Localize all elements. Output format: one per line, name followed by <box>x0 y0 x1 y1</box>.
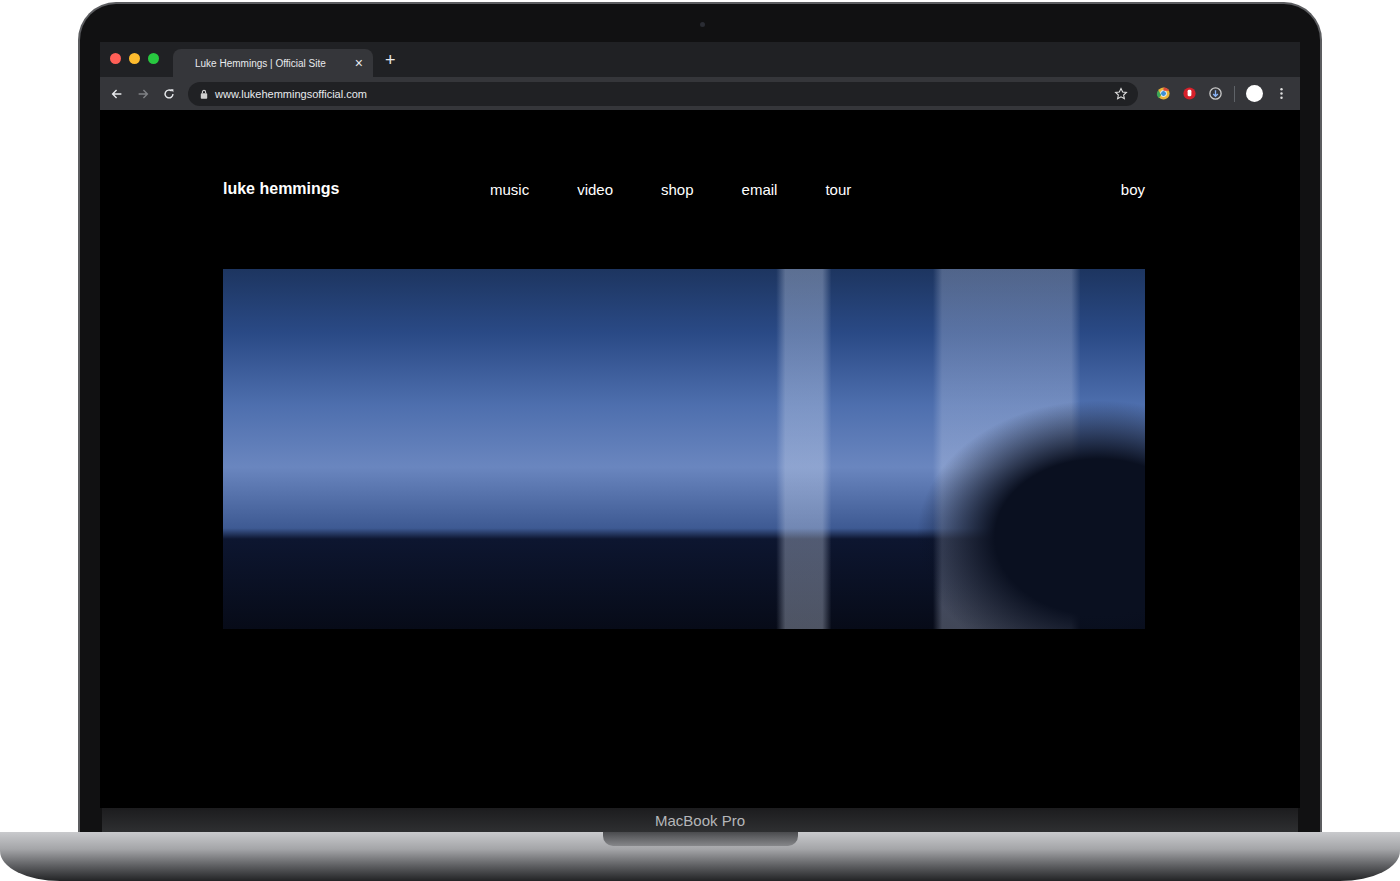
web-page: luke hemmingsmusic video shop email tour boy <box>100 110 1300 808</box>
nav-links: music video shop email tour <box>490 181 851 198</box>
album-link[interactable]: boy <box>1121 181 1145 198</box>
menu-dots-icon[interactable] <box>1274 86 1289 101</box>
browser-window: Luke Hemmings | Official Site×+www.lukeh… <box>100 42 1300 808</box>
laptop-lid: Luke Hemmings | Official Site×+www.lukeh… <box>78 2 1322 832</box>
nav-link[interactable]: tour <box>825 181 851 198</box>
laptop-chin: MacBook Pro <box>102 808 1298 832</box>
toolbar: www.lukehemmingsofficial.com <box>100 77 1300 110</box>
forward-arrow-icon[interactable] <box>136 87 150 101</box>
hand-extension-icon[interactable] <box>1182 86 1197 101</box>
lock-icon <box>200 89 208 99</box>
nav-link[interactable]: video <box>577 181 613 198</box>
site-brand[interactable]: luke hemmings <box>223 180 490 198</box>
url-text: www.lukehemmingsofficial.com <box>215 88 1107 100</box>
back-arrow-icon[interactable] <box>110 87 124 101</box>
tab-close-button[interactable]: × <box>355 55 363 71</box>
profile-avatar-icon[interactable] <box>1246 85 1263 102</box>
laptop-base <box>0 832 1400 881</box>
nav-link[interactable]: email <box>742 181 778 198</box>
window-sill <box>915 399 1145 629</box>
tab-title: Luke Hemmings | Official Site <box>195 58 355 69</box>
reload-icon[interactable] <box>162 87 176 101</box>
chrome-extension-icon[interactable] <box>1156 86 1171 101</box>
close-button[interactable] <box>110 53 121 64</box>
address-bar[interactable]: www.lukehemmingsofficial.com <box>188 82 1138 106</box>
site-nav: luke hemmingsmusic video shop email tour boy <box>223 180 1145 198</box>
laptop-mockup: Luke Hemmings | Official Site×+www.lukeh… <box>0 0 1400 881</box>
extensions <box>1156 85 1289 102</box>
window-controls <box>100 53 171 77</box>
camera-dot <box>700 22 705 27</box>
tab-bar: Luke Hemmings | Official Site×+ <box>100 42 1300 77</box>
base-notch <box>603 832 798 846</box>
download-extension-icon[interactable] <box>1208 86 1223 101</box>
browser-tab[interactable]: Luke Hemmings | Official Site× <box>173 49 373 77</box>
nav-link[interactable]: music <box>490 181 529 198</box>
nav-link[interactable]: shop <box>661 181 694 198</box>
hero-photo <box>223 269 1145 629</box>
new-tab-button[interactable]: + <box>373 50 396 77</box>
bookmark-star-icon[interactable] <box>1114 87 1128 101</box>
toolbar-separator <box>1234 86 1235 102</box>
minimize-button[interactable] <box>129 53 140 64</box>
device-label: MacBook Pro <box>655 812 745 829</box>
zoom-button[interactable] <box>148 53 159 64</box>
